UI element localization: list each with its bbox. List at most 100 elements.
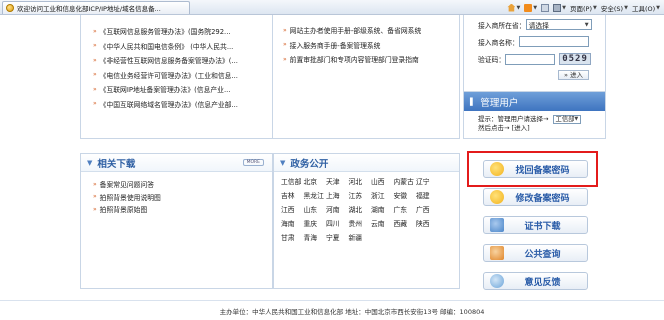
feedback-label: 意见反馈 bbox=[524, 277, 561, 288]
region-link[interactable]: 江苏 bbox=[349, 192, 372, 201]
region-link[interactable]: 云南 bbox=[371, 220, 394, 229]
captcha-image[interactable]: 0529 bbox=[559, 53, 591, 65]
region-link[interactable]: 湖南 bbox=[371, 206, 394, 215]
region-link[interactable]: 广西 bbox=[416, 206, 439, 215]
isp-name-input[interactable] bbox=[518, 36, 589, 47]
region-link[interactable]: 河南 bbox=[326, 206, 349, 215]
region-link[interactable]: 天津 bbox=[326, 178, 349, 187]
manual-link[interactable]: 接入服务商手册-备案管理系统 bbox=[290, 40, 381, 50]
list-item[interactable]: » 《电信业务经营许可管理办法》(工业和信息... bbox=[93, 68, 272, 83]
chevron-down-icon: ▼ bbox=[656, 4, 660, 11]
browser-tab[interactable]: 欢迎访问工业和信息化部ICP/IP地址/域名信息备... bbox=[2, 1, 190, 14]
downloads-list: » 备案常见问题问答 » 拍照背景使用说明图 » 拍照背景原始图 bbox=[81, 172, 272, 216]
home-button[interactable]: ▼ bbox=[507, 3, 521, 12]
download-link[interactable]: 拍照背景使用说明图 bbox=[100, 192, 161, 202]
region-link[interactable]: 山东 bbox=[304, 206, 327, 215]
region-link[interactable]: 北京 bbox=[304, 178, 327, 187]
isp-name-label: 接入商名称： bbox=[478, 38, 519, 47]
region-link[interactable]: 湖北 bbox=[349, 206, 372, 215]
certificate-download-button[interactable]: 证书下载 bbox=[483, 216, 588, 234]
admin-enter-link[interactable]: [进入] bbox=[512, 124, 530, 132]
arrow-icon: ▼ bbox=[280, 158, 286, 167]
more-button[interactable]: MORE bbox=[242, 159, 264, 166]
captcha-row: 验证码： 0529 bbox=[478, 53, 591, 65]
list-item[interactable]: » 《非经营性互联网信息服务备案管理办法》(... bbox=[93, 53, 272, 68]
region-link[interactable]: 海南 bbox=[281, 220, 304, 229]
query-icon bbox=[490, 246, 504, 260]
download-link[interactable]: 备案常见问题问答 bbox=[100, 179, 154, 189]
feeds-button[interactable]: ▼ bbox=[524, 3, 537, 12]
region-link[interactable]: 安徽 bbox=[394, 192, 417, 201]
region-link[interactable]: 四川 bbox=[326, 220, 349, 229]
list-item[interactable]: » 前置审批部门和专项内容管理部门登录指南 bbox=[283, 52, 459, 67]
regulation-link[interactable]: 《中国互联网络域名管理办法》(信息产业部... bbox=[100, 99, 238, 109]
region-link[interactable]: 辽宁 bbox=[416, 178, 439, 187]
region-link[interactable]: 内蒙古 bbox=[394, 178, 417, 187]
captcha-input[interactable] bbox=[505, 53, 556, 65]
region-link[interactable]: 河北 bbox=[349, 178, 372, 187]
print-button[interactable]: ▼ bbox=[553, 3, 566, 12]
feedback-button[interactable]: 意见反馈 bbox=[483, 272, 588, 290]
region-link[interactable]: 上海 bbox=[326, 192, 349, 201]
enter-button[interactable]: » 进入 bbox=[558, 70, 590, 80]
admin-title: 管理用户 bbox=[480, 97, 519, 109]
list-item[interactable]: » 《互联网信息服务管理办法》(国务院292... bbox=[93, 24, 272, 39]
change-password-button[interactable]: 修改备案密码 bbox=[483, 188, 588, 206]
region-link[interactable]: 西藏 bbox=[394, 220, 417, 229]
safety-menu[interactable]: 安全(S) ▼ bbox=[601, 3, 628, 13]
list-item[interactable]: » 《互联网IP地址备案管理办法》(信息产业... bbox=[93, 82, 272, 97]
mail-icon bbox=[541, 3, 550, 12]
manual-link[interactable]: 网站主办者使用手册-部级系统、备省网系统 bbox=[290, 25, 422, 35]
region-link[interactable]: 甘肃 bbox=[281, 234, 304, 243]
chevron-down-icon: ▼ bbox=[624, 4, 628, 11]
chevron-down-icon: ▼ bbox=[516, 4, 521, 11]
regulation-link[interactable]: 《中华人民共和国电信条例》 (中华人民共... bbox=[100, 41, 234, 51]
downloads-box: ▼ 相关下载 MORE » 备案常见问题问答 » 拍照背景使用说明图 » 拍照背景原始… bbox=[80, 153, 273, 289]
region-link[interactable]: 福建 bbox=[416, 192, 439, 201]
region-link[interactable]: 吉林 bbox=[281, 192, 304, 201]
region-link[interactable]: 工信部 bbox=[281, 178, 304, 187]
region-link[interactable]: 江西 bbox=[281, 206, 304, 215]
bullet-icon: » bbox=[93, 180, 97, 188]
regulation-link[interactable]: 《电信业务经营许可管理办法》(工业和信息... bbox=[100, 70, 238, 80]
region-link[interactable]: 山西 bbox=[371, 178, 394, 187]
region-grid: 工信部 北京 天津 河北 山西 内蒙古 辽宁吉林 黑龙江 上海 江苏 浙江 安徽 福建江西 山东 河南 湖北湖… bbox=[274, 172, 459, 243]
region-select[interactable]: 请选择 ▼ bbox=[525, 19, 592, 30]
footer: 主办单位：中华人民共和国工业和信息化部 地址：中国北京市西长安街13号 邮编：1… bbox=[219, 308, 485, 316]
list-item[interactable]: » 《中国互联网络域名管理办法》(信息产业部... bbox=[93, 97, 272, 112]
region-link[interactable]: 重庆 bbox=[304, 220, 327, 229]
tools-menu[interactable]: 工具(O) ▼ bbox=[632, 3, 660, 13]
page-menu[interactable]: 页面(P) ▼ bbox=[570, 3, 597, 13]
list-item[interactable]: » 拍照背景使用说明图 bbox=[93, 191, 272, 204]
feedback-icon bbox=[490, 274, 504, 288]
region-link[interactable]: 陕西 bbox=[416, 220, 439, 229]
mail-button[interactable] bbox=[541, 3, 550, 12]
manuals-list: » 网站主办者使用手册-部级系统、备省网系统 » 接入服务商手册-备案管理系统 » 前… bbox=[273, 15, 459, 67]
regulation-link[interactable]: 《互联网信息服务管理办法》(国务院292... bbox=[100, 26, 231, 36]
arrow-icon: ▼ bbox=[87, 158, 93, 167]
region-link[interactable]: 浙江 bbox=[371, 192, 394, 201]
region-select-value: 请选择 bbox=[528, 21, 549, 30]
region-link[interactable]: 广东 bbox=[394, 206, 417, 215]
region-link[interactable]: 黑龙江 bbox=[304, 192, 327, 201]
region-link[interactable]: 宁夏 bbox=[326, 234, 349, 243]
bullet-icon: » bbox=[283, 41, 287, 49]
hand-icon bbox=[490, 190, 504, 204]
region-link[interactable]: 贵州 bbox=[349, 220, 372, 229]
region-link[interactable]: 青海 bbox=[304, 234, 327, 243]
regulation-link[interactable]: 《非经营性互联网信息服务备案管理办法》(... bbox=[100, 55, 238, 65]
list-item[interactable]: » 接入服务商手册-备案管理系统 bbox=[283, 38, 459, 53]
list-item[interactable]: » 网站主办者使用手册-部级系统、备省网系统 bbox=[283, 23, 459, 38]
regulation-link[interactable]: 《互联网IP地址备案管理办法》(信息产业... bbox=[100, 84, 231, 94]
download-link[interactable]: 拍照背景原始图 bbox=[100, 204, 148, 214]
list-item[interactable]: » 拍照背景原始图 bbox=[93, 203, 272, 216]
list-item[interactable]: » 备案常见问题问答 bbox=[93, 178, 272, 191]
manual-link[interactable]: 前置审批部门和专项内容管理部门登录指南 bbox=[290, 54, 419, 64]
admin-select[interactable]: 工信部 ▼ bbox=[552, 115, 582, 124]
list-item[interactable]: » 《中华人民共和国电信条例》 (中华人民共... bbox=[93, 39, 272, 54]
public-query-button[interactable]: 公共查询 bbox=[483, 244, 588, 262]
bullet-icon: ▌ bbox=[470, 97, 476, 106]
region-link[interactable]: 新疆 bbox=[349, 234, 372, 243]
bullet-icon: » bbox=[93, 71, 97, 79]
tab-title: 欢迎访问工业和信息化部ICP/IP地址/域名信息备... bbox=[17, 5, 161, 13]
